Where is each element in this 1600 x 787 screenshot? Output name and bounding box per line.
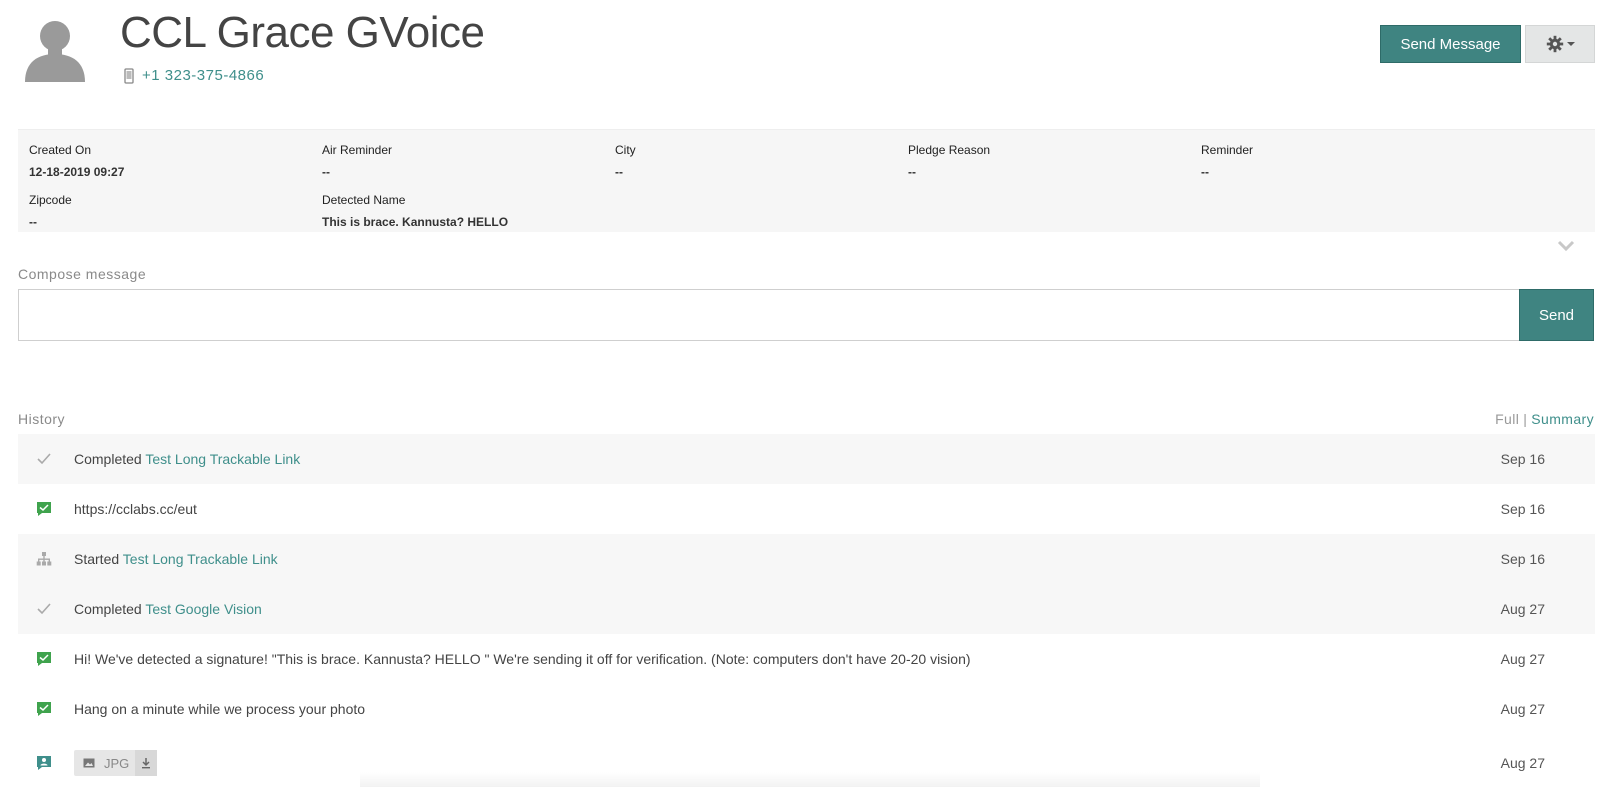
history-attachment-wrap: JPG	[74, 750, 158, 776]
field-created-on: Created On 12-18-2019 09:27	[29, 143, 124, 179]
mobile-phone-icon	[124, 67, 134, 84]
field-value: --	[29, 215, 37, 229]
phone-number-link[interactable]: +1 323-375-4866	[142, 67, 264, 84]
history-text-prefix: Started	[74, 551, 123, 567]
settings-dropdown-button[interactable]	[1525, 25, 1595, 63]
field-city: City --	[615, 143, 636, 179]
history-label: History	[18, 411, 66, 427]
field-detected-name: Detected Name This is brace. Kannusta? H…	[322, 193, 508, 229]
history-text: Hang on a minute while we process your p…	[74, 701, 366, 717]
history-date: Aug 27	[1500, 601, 1545, 617]
field-zipcode: Zipcode --	[29, 193, 72, 229]
field-label: Zipcode	[29, 193, 72, 207]
field-value: --	[322, 165, 330, 179]
message-icon	[36, 501, 52, 517]
bottom-fade	[360, 772, 1260, 787]
field-value: --	[615, 165, 623, 179]
field-reminder: Reminder --	[1201, 143, 1253, 179]
field-pledge-reason: Pledge Reason --	[908, 143, 990, 179]
message-icon	[36, 651, 52, 667]
field-label: Air Reminder	[322, 143, 393, 157]
history-text: Started Test Long Trackable Link	[74, 551, 278, 567]
contact-name: CCL Grace GVoice	[120, 8, 485, 57]
phone-row: +1 323-375-4866	[124, 67, 264, 84]
field-label: City	[615, 143, 636, 157]
history-row: https://cclabs.cc/eut Sep 16	[18, 484, 1595, 534]
history-date: Sep 16	[1500, 551, 1545, 567]
chevron-down-icon[interactable]	[1557, 240, 1575, 252]
history-list: Completed Test Long Trackable Link Sep 1…	[18, 434, 1595, 787]
contact-fields-panel: Created On 12-18-2019 09:27 Air Reminder…	[18, 129, 1595, 232]
history-text: Hi! We've detected a signature! "This is…	[74, 651, 971, 667]
history-date: Aug 27	[1500, 651, 1545, 667]
history-row: Completed Test Google Vision Aug 27	[18, 584, 1595, 634]
campaign-link[interactable]: Test Google Vision	[145, 601, 261, 617]
history-text-prefix: Completed	[74, 601, 146, 617]
compose-label: Compose message	[18, 266, 147, 282]
history-date: Aug 27	[1500, 755, 1545, 771]
send-message-button[interactable]: Send Message	[1380, 25, 1521, 63]
history-text: https://cclabs.cc/eut	[74, 501, 197, 517]
field-value: This is brace. Kannusta? HELLO	[322, 215, 509, 229]
send-button[interactable]: Send	[1519, 289, 1594, 341]
flow-icon	[36, 551, 52, 567]
incoming-message-icon	[36, 755, 52, 771]
toggle-full[interactable]: Full	[1495, 411, 1519, 427]
history-date: Sep 16	[1500, 451, 1545, 467]
history-row: Completed Test Long Trackable Link Sep 1…	[18, 434, 1595, 484]
image-icon	[74, 750, 104, 776]
history-text: Completed Test Google Vision	[74, 601, 262, 617]
check-icon	[36, 451, 52, 467]
caret-down-icon	[1566, 42, 1575, 46]
gear-icon	[1546, 35, 1563, 53]
campaign-link[interactable]: Test Long Trackable Link	[145, 451, 300, 467]
history-row: Started Test Long Trackable Link Sep 16	[18, 534, 1595, 584]
field-label: Reminder	[1201, 143, 1254, 157]
field-air-reminder: Air Reminder --	[322, 143, 392, 179]
field-label: Detected Name	[322, 193, 406, 207]
history-text: Completed Test Long Trackable Link	[74, 451, 300, 467]
message-icon	[36, 701, 52, 717]
field-value: --	[1201, 165, 1209, 179]
toggle-summary[interactable]: Summary	[1531, 411, 1594, 427]
field-label: Pledge Reason	[908, 143, 991, 157]
field-value: 12-18-2019 09:27	[29, 165, 125, 179]
contact-avatar	[25, 21, 85, 82]
compose-message-input[interactable]	[18, 289, 1520, 341]
history-view-toggle: Full | Summary	[1495, 411, 1594, 427]
field-label: Created On	[29, 143, 92, 157]
check-icon	[36, 601, 52, 617]
history-date: Sep 16	[1500, 501, 1545, 517]
history-row: Hang on a minute while we process your p…	[18, 684, 1595, 734]
field-value: --	[908, 165, 916, 179]
download-icon[interactable]	[135, 750, 158, 776]
toggle-separator: |	[1523, 411, 1528, 427]
image-attachment[interactable]: JPG	[74, 750, 158, 776]
campaign-link[interactable]: Test Long Trackable Link	[123, 551, 278, 567]
history-date: Aug 27	[1500, 701, 1545, 717]
history-text-prefix: Completed	[74, 451, 146, 467]
history-row: Hi! We've detected a signature! "This is…	[18, 634, 1595, 684]
attachment-type: JPG	[104, 755, 130, 771]
